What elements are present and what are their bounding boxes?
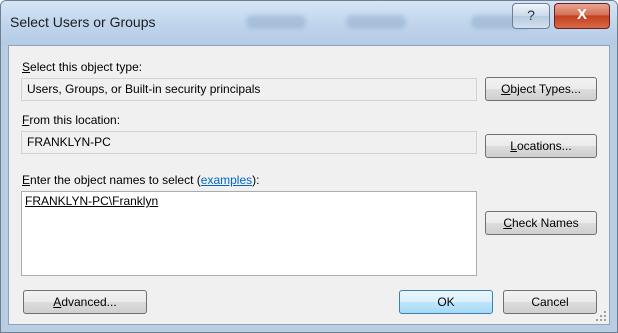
close-button[interactable]: X: [554, 3, 610, 29]
location-label-text: rom this location:: [29, 113, 121, 127]
location-label: From this location:: [22, 113, 121, 127]
locations-button-label: ocations...: [516, 139, 572, 153]
background-blur: [346, 15, 406, 29]
resolved-name[interactable]: FRANKLYN-PC\Franklyn: [25, 194, 158, 208]
dialog-window: Select Users or Groups ? X Select this o…: [0, 0, 618, 333]
cancel-button[interactable]: Cancel: [503, 290, 597, 314]
advanced-button[interactable]: Advanced...: [23, 290, 147, 314]
object-type-label-text: elect this object type:: [30, 60, 143, 74]
object-types-button-label: bject Types...: [510, 82, 581, 96]
ok-button[interactable]: OK: [399, 290, 493, 314]
dialog-title: Select Users or Groups: [10, 14, 156, 30]
examples-link[interactable]: examples: [201, 173, 252, 187]
names-label-text: nter the object names to select (: [30, 173, 201, 187]
advanced-button-label: dvanced...: [61, 295, 117, 309]
object-type-label: Select this object type:: [22, 60, 143, 74]
names-label-suffix: ):: [252, 173, 260, 187]
background-blur: [246, 15, 306, 29]
dialog-body: Select this object type: Users, Groups, …: [8, 45, 610, 325]
object-type-field: Users, Groups, or Built-in security prin…: [21, 78, 477, 101]
names-label: Enter the object names to select (exampl…: [22, 173, 260, 187]
location-field: FRANKLYN-PC: [21, 131, 477, 154]
title-bar[interactable]: Select Users or Groups ? X: [1, 1, 617, 45]
check-names-button[interactable]: Check Names: [485, 211, 597, 235]
check-names-button-label: heck Names: [511, 216, 579, 230]
object-names-input[interactable]: FRANKLYN-PC\Franklyn: [21, 191, 477, 276]
resize-grip-icon[interactable]: [595, 310, 607, 322]
locations-button[interactable]: Locations...: [485, 134, 597, 158]
object-types-button[interactable]: Object Types...: [485, 77, 597, 101]
help-button[interactable]: ?: [512, 3, 550, 29]
